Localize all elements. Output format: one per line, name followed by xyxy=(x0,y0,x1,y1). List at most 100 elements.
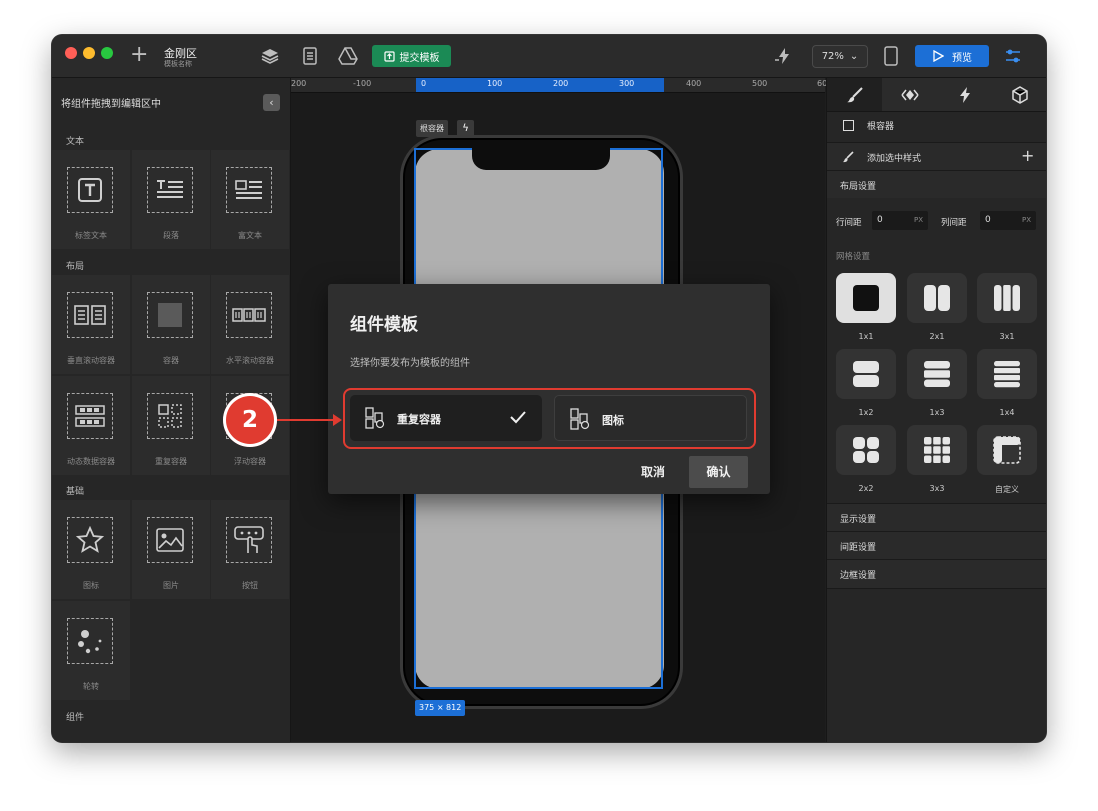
add-icon[interactable]: + xyxy=(1021,146,1034,165)
submit-template-button[interactable]: 提交模板 xyxy=(372,45,451,67)
component-label: 动态数据容器 xyxy=(67,457,115,466)
container-icon xyxy=(147,292,193,338)
tab-data[interactable] xyxy=(992,78,1046,111)
component-label: 段落 xyxy=(163,231,179,240)
zoom-select[interactable]: 72% ⌄ xyxy=(812,45,868,68)
dialog-subtitle: 选择你要发布为模板的组件 xyxy=(350,358,470,369)
confirm-button[interactable]: 确认 xyxy=(689,456,748,488)
phone-device-icon[interactable] xyxy=(884,46,898,66)
layout-settings-header[interactable]: 布局设置 xyxy=(827,170,1046,198)
column-gap-value: 0 xyxy=(985,215,991,225)
grid-1x2-button[interactable] xyxy=(836,349,896,399)
component-label: 水平滚动容器 xyxy=(226,356,274,365)
border-settings-label: 边框设置 xyxy=(840,571,877,581)
drive-icon[interactable] xyxy=(338,47,358,65)
root-container-label: 根容器 xyxy=(867,122,895,132)
grid-1x4-button[interactable] xyxy=(977,349,1037,399)
layers-icon[interactable] xyxy=(261,47,279,65)
grid-option-label: 3x1 xyxy=(999,332,1015,341)
brush-icon xyxy=(843,151,854,163)
ruler-tick: 0 xyxy=(421,79,427,88)
paragraph-icon xyxy=(147,167,193,213)
component-paragraph[interactable]: 段落 xyxy=(132,150,210,249)
component-vertical-scroll[interactable]: 垂直滚动容器 xyxy=(52,275,130,374)
component-horizontal-scroll[interactable]: 水平滚动容器 xyxy=(211,275,289,374)
carousel-dots-icon xyxy=(67,618,113,664)
column-gap-input[interactable]: 0 PX xyxy=(980,211,1036,230)
component-label: 按钮 xyxy=(242,581,258,590)
add-selected-style-row[interactable]: 添加选中样式 + xyxy=(827,142,1046,171)
column-gap-label: 列间距 xyxy=(941,218,967,228)
grid-3x3-button[interactable] xyxy=(907,425,967,475)
grid-1x1-button[interactable] xyxy=(836,273,896,323)
preview-button[interactable]: 预览 xyxy=(915,45,989,67)
properties-panel: 根容器 添加选中样式 + 布局设置 行间距 0 PX 列间距 0 PX 网格设置 xyxy=(826,78,1046,742)
cancel-button[interactable]: 取消 xyxy=(630,457,676,487)
maximize-window-button[interactable] xyxy=(101,47,113,59)
row-gap-input[interactable]: 0 PX xyxy=(872,211,928,230)
component-label: 重复容器 xyxy=(155,457,187,466)
ruler-tick: 300 xyxy=(619,79,635,88)
ruler-tick: 200 xyxy=(291,79,307,88)
close-window-button[interactable] xyxy=(65,47,77,59)
lightning-icon xyxy=(959,86,970,103)
grid-settings-label: 网格设置 xyxy=(836,252,871,262)
play-icon xyxy=(933,50,944,62)
tab-interaction[interactable] xyxy=(937,78,992,111)
ruler-tick: 100 xyxy=(487,79,503,88)
grid-3x1-icon xyxy=(994,285,1020,311)
ruler-tick: -100 xyxy=(353,79,372,88)
grid-option-label: 1x1 xyxy=(858,332,874,341)
grid-option-label: 1x2 xyxy=(858,408,874,417)
add-icon[interactable]: + xyxy=(130,44,148,66)
root-container-tag[interactable]: 根容器 xyxy=(416,120,448,137)
component-carousel[interactable]: 轮转 xyxy=(52,601,130,700)
section-components-label: 组件 xyxy=(66,713,85,723)
callout-arrow xyxy=(277,419,337,421)
component-image[interactable]: 图片 xyxy=(132,500,210,599)
section-text-label: 文本 xyxy=(66,137,85,147)
grid-option-label: 2x2 xyxy=(858,484,874,493)
grid-custom-icon xyxy=(993,436,1021,464)
column-gap-unit: PX xyxy=(1021,216,1031,224)
display-settings-header[interactable]: 显示设置 xyxy=(827,503,1046,532)
grid-option-label: 自定义 xyxy=(995,485,1019,494)
border-settings-header[interactable]: 边框设置 xyxy=(827,559,1046,589)
grid-2x1-icon xyxy=(924,285,950,311)
grid-2x2-button[interactable] xyxy=(836,425,896,475)
ruler-tick: 400 xyxy=(686,79,702,88)
grid-1x4-icon xyxy=(994,361,1020,388)
grid-1x3-button[interactable] xyxy=(907,349,967,399)
grid-custom-button[interactable] xyxy=(977,425,1037,475)
tab-component[interactable] xyxy=(882,78,937,111)
grid-option-label: 1x3 xyxy=(929,408,945,417)
component-container[interactable]: 容器 xyxy=(132,275,210,374)
performance-bolt-icon[interactable] xyxy=(774,47,794,65)
components-panel-header: 将组件拖拽到编辑区中 xyxy=(61,99,161,110)
grid-3x3-icon xyxy=(924,437,950,463)
grid-2x1-button[interactable] xyxy=(907,273,967,323)
collapse-panel-button[interactable]: ‹ xyxy=(263,94,280,111)
minimize-window-button[interactable] xyxy=(83,47,95,59)
section-layout-label: 布局 xyxy=(66,262,85,272)
grid-3x1-button[interactable] xyxy=(977,273,1037,323)
component-label: 富文本 xyxy=(238,231,262,240)
page-icon[interactable] xyxy=(302,47,318,65)
component-icon[interactable]: 图标 xyxy=(52,500,130,599)
component-dynamic-data-container[interactable]: 动态数据容器 xyxy=(52,376,130,475)
add-selected-style-label: 添加选中样式 xyxy=(867,154,922,164)
upload-icon xyxy=(383,50,395,62)
highlight-box xyxy=(343,388,756,449)
grid-2x2-icon xyxy=(853,437,879,463)
spacing-settings-header[interactable]: 间距设置 xyxy=(827,531,1046,560)
component-rich-text[interactable]: 富文本 xyxy=(211,150,289,249)
bolt-icon[interactable]: ϟ xyxy=(457,120,474,137)
tab-style[interactable] xyxy=(827,78,882,111)
checkbox-icon[interactable] xyxy=(843,120,854,131)
component-label-text[interactable]: 标签文本 xyxy=(52,150,130,249)
component-repeat-container[interactable]: 重复容器 xyxy=(132,376,210,475)
component-button[interactable]: 按钮 xyxy=(211,500,289,599)
project-subtitle: 模板名称 xyxy=(164,60,192,68)
component-label: 浮动容器 xyxy=(234,457,266,466)
settings-sliders-icon[interactable] xyxy=(1004,47,1022,65)
